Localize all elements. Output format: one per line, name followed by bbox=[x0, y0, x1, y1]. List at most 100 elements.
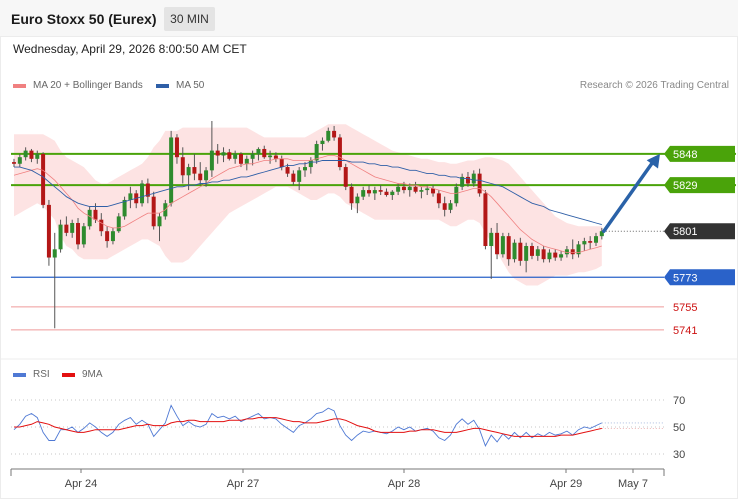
candle-body bbox=[553, 252, 558, 258]
candle-body bbox=[268, 155, 273, 158]
x-tick-label: Apr 24 bbox=[65, 478, 97, 490]
candle-body bbox=[471, 173, 476, 184]
level-label-5773: 5773 bbox=[673, 272, 697, 284]
candle-body bbox=[215, 150, 220, 156]
candle-body bbox=[326, 130, 331, 141]
candle-body bbox=[483, 193, 488, 247]
candle-body bbox=[256, 148, 261, 154]
candle-body bbox=[303, 167, 307, 171]
candle-body bbox=[582, 241, 587, 245]
x-tick-label: May 7 bbox=[618, 478, 648, 490]
candle-body bbox=[535, 249, 540, 256]
candle-body bbox=[151, 196, 156, 227]
candle-body bbox=[186, 167, 191, 176]
candle-body bbox=[110, 231, 115, 242]
candle-body bbox=[250, 153, 255, 159]
forecast-arrow-shaft bbox=[602, 160, 655, 233]
candle-body bbox=[320, 140, 325, 145]
candle-body bbox=[140, 183, 145, 204]
candle-body bbox=[204, 170, 209, 181]
candle-body bbox=[81, 226, 86, 245]
candle-body bbox=[547, 252, 552, 260]
candle-body bbox=[594, 236, 598, 243]
candle-body bbox=[93, 209, 98, 220]
candle-body bbox=[396, 186, 401, 192]
candle-body bbox=[116, 216, 121, 232]
candle-body bbox=[29, 150, 34, 159]
x-tick-label: Apr 29 bbox=[550, 478, 582, 490]
candle-body bbox=[506, 236, 511, 260]
candle-body bbox=[128, 193, 133, 200]
candle-body bbox=[70, 222, 75, 233]
level-label-5829: 5829 bbox=[673, 180, 697, 192]
candle-body bbox=[12, 162, 16, 164]
candle-body bbox=[425, 188, 430, 191]
candle-body bbox=[198, 173, 203, 181]
rsi-line bbox=[13, 404, 602, 448]
rsi-tick-70: 70 bbox=[673, 395, 685, 407]
bollinger-band-area bbox=[14, 124, 602, 286]
candle-body bbox=[372, 190, 377, 194]
candle-body bbox=[23, 150, 28, 158]
rsi-tick-30: 30 bbox=[673, 449, 685, 461]
candle-body bbox=[384, 191, 389, 196]
candle-body bbox=[367, 190, 372, 194]
candle-body bbox=[419, 190, 424, 192]
level-label-5741: 5741 bbox=[673, 325, 697, 337]
candle-body bbox=[477, 173, 482, 194]
level-label-5848: 5848 bbox=[673, 149, 697, 161]
candle-body bbox=[454, 186, 459, 204]
candle-body bbox=[17, 157, 22, 164]
candle-body bbox=[541, 249, 546, 260]
candle-body bbox=[390, 191, 395, 196]
candle-body bbox=[35, 153, 40, 159]
rsi-tick-50: 50 bbox=[673, 422, 685, 434]
candle-body bbox=[512, 242, 517, 260]
candle-body bbox=[87, 209, 92, 227]
price-chart[interactable]: 5848 5829 5801 5773 5755 5741 70 50 30 Apr 24 Apr … bbox=[0, 0, 738, 500]
candle-body bbox=[489, 232, 494, 247]
candle-body bbox=[209, 150, 214, 171]
candle-body bbox=[273, 155, 278, 159]
candle-body bbox=[99, 219, 104, 232]
candle-body bbox=[169, 137, 174, 204]
candle-body bbox=[337, 137, 342, 168]
candle-body bbox=[64, 224, 69, 233]
candle-body bbox=[297, 170, 302, 182]
candle-body bbox=[518, 242, 523, 261]
candle-body bbox=[570, 249, 575, 255]
level-label-5755: 5755 bbox=[673, 302, 697, 314]
candle-body bbox=[192, 167, 197, 174]
candle-body bbox=[588, 241, 593, 243]
candle-body bbox=[401, 186, 406, 191]
candle-body bbox=[157, 216, 162, 227]
candle-body bbox=[343, 167, 348, 187]
candle-body bbox=[413, 186, 418, 192]
x-tick-label: Apr 28 bbox=[388, 478, 420, 490]
candle-body bbox=[378, 190, 383, 192]
candle-body bbox=[285, 167, 290, 174]
candle-body bbox=[291, 173, 296, 182]
candle-body bbox=[559, 254, 564, 258]
candle-body bbox=[524, 246, 529, 261]
candle-body bbox=[355, 196, 360, 204]
candle-body bbox=[105, 231, 110, 242]
candle-body bbox=[227, 152, 232, 159]
candle-body bbox=[244, 158, 249, 164]
x-tick-label: Apr 27 bbox=[227, 478, 259, 490]
candle-body bbox=[238, 153, 243, 164]
candle-body bbox=[436, 193, 441, 204]
candle-body bbox=[495, 232, 500, 255]
candle-body bbox=[465, 176, 470, 184]
candle-body bbox=[262, 148, 267, 158]
candle-body bbox=[564, 249, 569, 255]
candle-body bbox=[448, 203, 453, 210]
candle-body bbox=[52, 249, 57, 258]
candle-body bbox=[46, 204, 51, 258]
candle-body bbox=[58, 224, 63, 250]
candle-body bbox=[308, 160, 313, 168]
candle-body bbox=[76, 222, 81, 245]
candle-body bbox=[529, 246, 534, 256]
candle-body bbox=[279, 158, 284, 168]
level-label-5801: 5801 bbox=[673, 226, 697, 238]
